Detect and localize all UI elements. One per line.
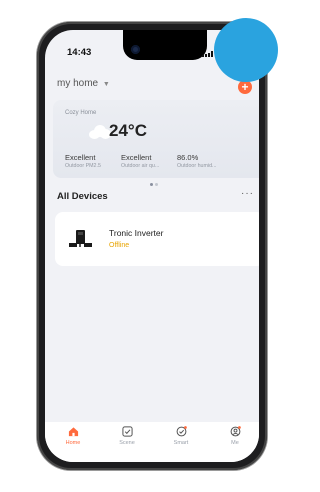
device-card[interactable]: Tronic Inverter Offline [55, 212, 259, 266]
smart-icon [176, 426, 187, 437]
home-selector[interactable]: my home ▼ [57, 78, 110, 89]
tab-smart[interactable]: Smart [161, 426, 201, 446]
front-camera [131, 45, 140, 54]
signal-icon [202, 51, 214, 57]
home-icon [68, 427, 78, 437]
notch [123, 30, 207, 60]
add-device-button[interactable]: + [238, 80, 252, 94]
all-devices-title: All Devices [57, 191, 108, 202]
app-screen: 14:43 my home ▼ + Cozy Home 24°C Excelle… [45, 30, 259, 462]
weather-card[interactable]: Cozy Home 24°C Excellent Outdoor PM2.5 E… [53, 100, 259, 186]
chevron-down-icon: ▼ [102, 81, 110, 88]
cloud-icon [89, 125, 111, 139]
tab-me[interactable]: Me [215, 426, 255, 446]
device-name: Tronic Inverter [109, 228, 164, 238]
device-status-badge: Offline [109, 242, 130, 249]
floating-overlay-circle [214, 18, 278, 82]
bottom-tab-bar: Home Scene Smart Me [45, 422, 259, 462]
more-options-button[interactable]: ··· [241, 188, 254, 199]
status-time: 14:43 [67, 47, 92, 58]
tab-scene[interactable]: Scene [107, 426, 147, 446]
tab-label: Smart [173, 440, 189, 446]
metric-label: Outdoor humid... [177, 163, 217, 169]
temperature: 24°C [109, 121, 147, 140]
metric-label: Outdoor PM2.5 [65, 163, 101, 169]
metric-value: Excellent [65, 153, 96, 162]
tab-home[interactable]: Home [53, 426, 93, 446]
metric-humidity: 86.0% Outdoor humid... [177, 153, 216, 169]
metric-air-quality: Excellent Outdoor air qu... [121, 153, 159, 169]
metric-pm25: Excellent Outdoor PM2.5 [65, 153, 101, 169]
scene-icon [121, 426, 133, 437]
me-icon [230, 426, 241, 437]
tab-label: Home [65, 440, 81, 446]
metric-value: Excellent [121, 153, 152, 162]
metric-value: 86.0% [177, 153, 199, 162]
weather-location-label: Cozy Home [65, 110, 97, 116]
inverter-icon [69, 230, 92, 247]
home-name: my home [57, 78, 99, 89]
tab-label: Me [231, 440, 239, 446]
tab-label: Scene [119, 440, 135, 446]
carousel-indicator [149, 173, 159, 191]
metric-label: Outdoor air qu... [121, 163, 160, 169]
